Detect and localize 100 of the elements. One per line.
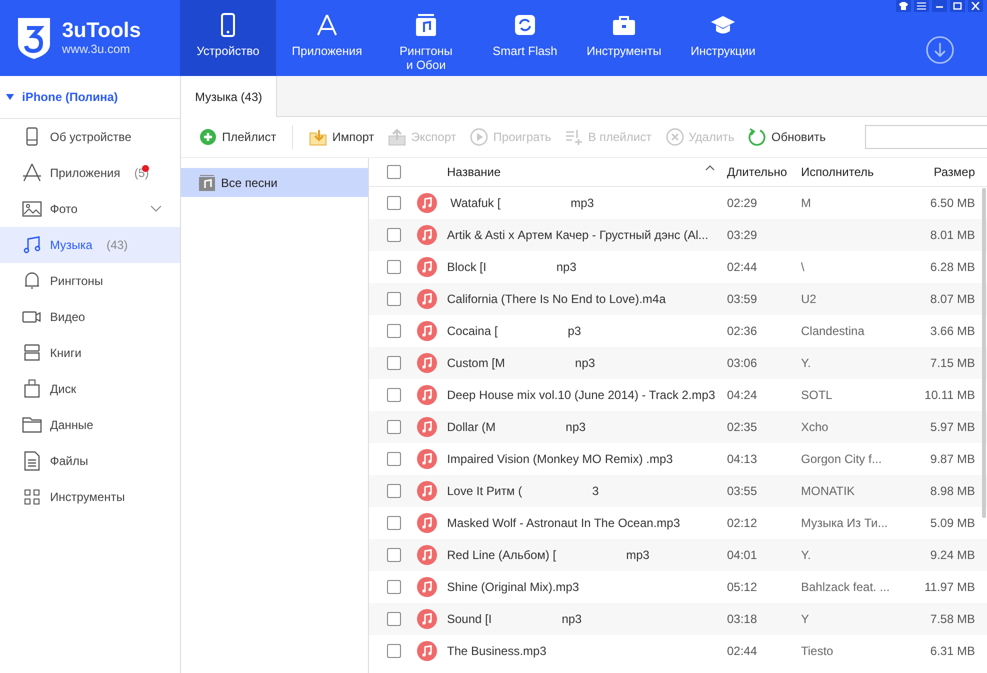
sidebar-item[interactable]: Рингтоны (0, 263, 180, 299)
song-title: Cocaina [ (447, 324, 498, 338)
music-tab[interactable]: Музыка (43) (181, 76, 278, 117)
nav-tab[interactable]: Smart Flash (477, 0, 573, 76)
duration-cell-text: 05:12 (727, 580, 758, 594)
maximize-button[interactable] (950, 0, 965, 12)
nav-tab[interactable]: Устройство (180, 0, 276, 76)
song-title-end: np3 (556, 260, 576, 274)
song-title-end: mp3 (570, 196, 594, 210)
sidebar-item[interactable]: Книги (0, 335, 180, 371)
size-cell-text: 8.98 MB (929, 484, 975, 498)
song-title: California (There Is No End to Love).m4a (447, 292, 666, 306)
skin-button[interactable] (896, 0, 911, 12)
row-checkbox[interactable] (387, 548, 401, 562)
song-title: Red Line (Альбом) [ (447, 548, 556, 562)
row-checkbox[interactable] (387, 580, 401, 594)
row-checkbox[interactable] (387, 228, 401, 242)
sort-icon[interactable] (705, 165, 715, 171)
toolbar-button[interactable]: Обновить (748, 128, 826, 146)
row-checkbox[interactable] (387, 420, 401, 434)
row-checkbox[interactable] (387, 644, 401, 658)
row-checkbox[interactable] (387, 388, 401, 402)
item-label: Музыка (50, 238, 92, 252)
sidebar-item[interactable]: Данные (0, 407, 180, 443)
column-header[interactable]: Название (447, 165, 501, 179)
duration-cell-text: 02:44 (727, 260, 758, 274)
drive-icon (22, 379, 42, 399)
sidebar-item[interactable]: Фото (0, 191, 180, 227)
sidebar-item[interactable]: Об устройстве (0, 119, 180, 155)
refresh-icon (748, 128, 766, 146)
artist-cell: Bahlzack feat. ... (801, 580, 890, 594)
artist-cell: M (801, 196, 811, 210)
sidebar-item[interactable]: Музыка (43) (0, 227, 180, 263)
sidebar-item[interactable]: Файлы (0, 443, 180, 479)
song-title: Artik & Asti x Артем Качер - Грустный дэнс (Al... (447, 228, 708, 242)
row-checkbox[interactable] (387, 484, 401, 498)
song-title-end: mp3 (626, 548, 650, 562)
song-title: Masked Wolf - Astronaut In The Ocean.mp3 (447, 516, 680, 530)
artist-cell: Tiesto (801, 644, 834, 658)
row-checkbox[interactable] (387, 612, 401, 626)
toolbar-button[interactable]: Импорт (309, 128, 374, 146)
size-cell-text: 7.58 MB (929, 612, 975, 626)
item-label: Инструменты (50, 490, 125, 504)
song-title: Block [I (447, 260, 486, 274)
size-cell-text: 9.24 MB (929, 548, 975, 562)
nav-tab[interactable]: Приложения (279, 0, 375, 76)
song-title: Watafuk [ (449, 196, 501, 210)
row-checkbox[interactable] (387, 292, 401, 306)
toolbar-button[interactable]: Плейлист (199, 128, 276, 146)
row-checkbox[interactable] (387, 356, 401, 370)
playlist-item[interactable]: Все песни (181, 168, 368, 197)
duration-cell-text: 03:59 (727, 292, 758, 306)
row-checkbox[interactable] (387, 260, 401, 274)
artist-cell: Gorgon City f... (801, 452, 882, 466)
item-label: Диск (50, 382, 76, 396)
row-checkbox[interactable] (387, 324, 401, 338)
book-icon (22, 343, 42, 363)
row-checkbox[interactable] (387, 516, 401, 530)
expand-icon[interactable] (6, 94, 14, 100)
item-label: Видео (50, 310, 86, 324)
item-label: Об устройстве (50, 130, 132, 144)
search-field[interactable] (865, 125, 987, 149)
item-label: Приложения (50, 166, 120, 180)
song-title: Dollar (M (447, 420, 496, 434)
song-title: Shine (Original Mix).mp3 (447, 580, 580, 594)
minimize-button[interactable] (932, 0, 947, 12)
song-title: Deep House mix vol.10 (June 2014) - Track 2.mp3 (447, 388, 716, 402)
artist-cell: Музыка Из Ти... (801, 516, 888, 530)
nav-tab[interactable]: Инструкции (675, 0, 771, 76)
duration-cell-text: 02:12 (727, 516, 758, 530)
menu-button[interactable] (914, 0, 929, 12)
size-cell-text: 6.50 MB (929, 196, 975, 210)
sidebar-item[interactable]: Видео (0, 299, 180, 335)
song-title: The Business.mp3 (447, 644, 546, 658)
select-all-checkbox[interactable] (387, 165, 401, 179)
artist-cell: U2 (801, 292, 816, 306)
download-icon[interactable] (926, 36, 954, 64)
column-header[interactable]: Размер (934, 165, 975, 179)
column-header[interactable]: Длительно (727, 165, 788, 179)
artist-cell: Y. (801, 548, 811, 562)
row-checkbox[interactable] (387, 196, 401, 210)
chevron-icon[interactable] (150, 205, 162, 213)
artist-cell: SOTL (801, 388, 832, 402)
sidebar-item[interactable]: Инструменты (0, 479, 180, 515)
duration-cell-text: 02:35 (727, 420, 758, 434)
device-name[interactable]: iPhone (Полина) (22, 90, 118, 104)
size-cell-text: 10.11 MB (924, 388, 975, 402)
song-title-end: p3 (568, 324, 582, 338)
close-button[interactable] (968, 0, 983, 12)
duration-cell-text: 04:01 (727, 548, 758, 562)
nav-tab[interactable]: Инструменты (576, 0, 672, 76)
row-checkbox[interactable] (387, 452, 401, 466)
sidebar-item[interactable]: Диск (0, 371, 180, 407)
maximize-icon (953, 2, 962, 10)
grid-icon (22, 487, 42, 507)
scrollbar[interactable] (982, 188, 986, 518)
plus-icon (199, 128, 217, 146)
nav-tab[interactable]: Рингтоны и Обои (378, 0, 474, 76)
item-label: Данные (50, 418, 94, 432)
column-header[interactable]: Исполнитель (801, 165, 874, 179)
